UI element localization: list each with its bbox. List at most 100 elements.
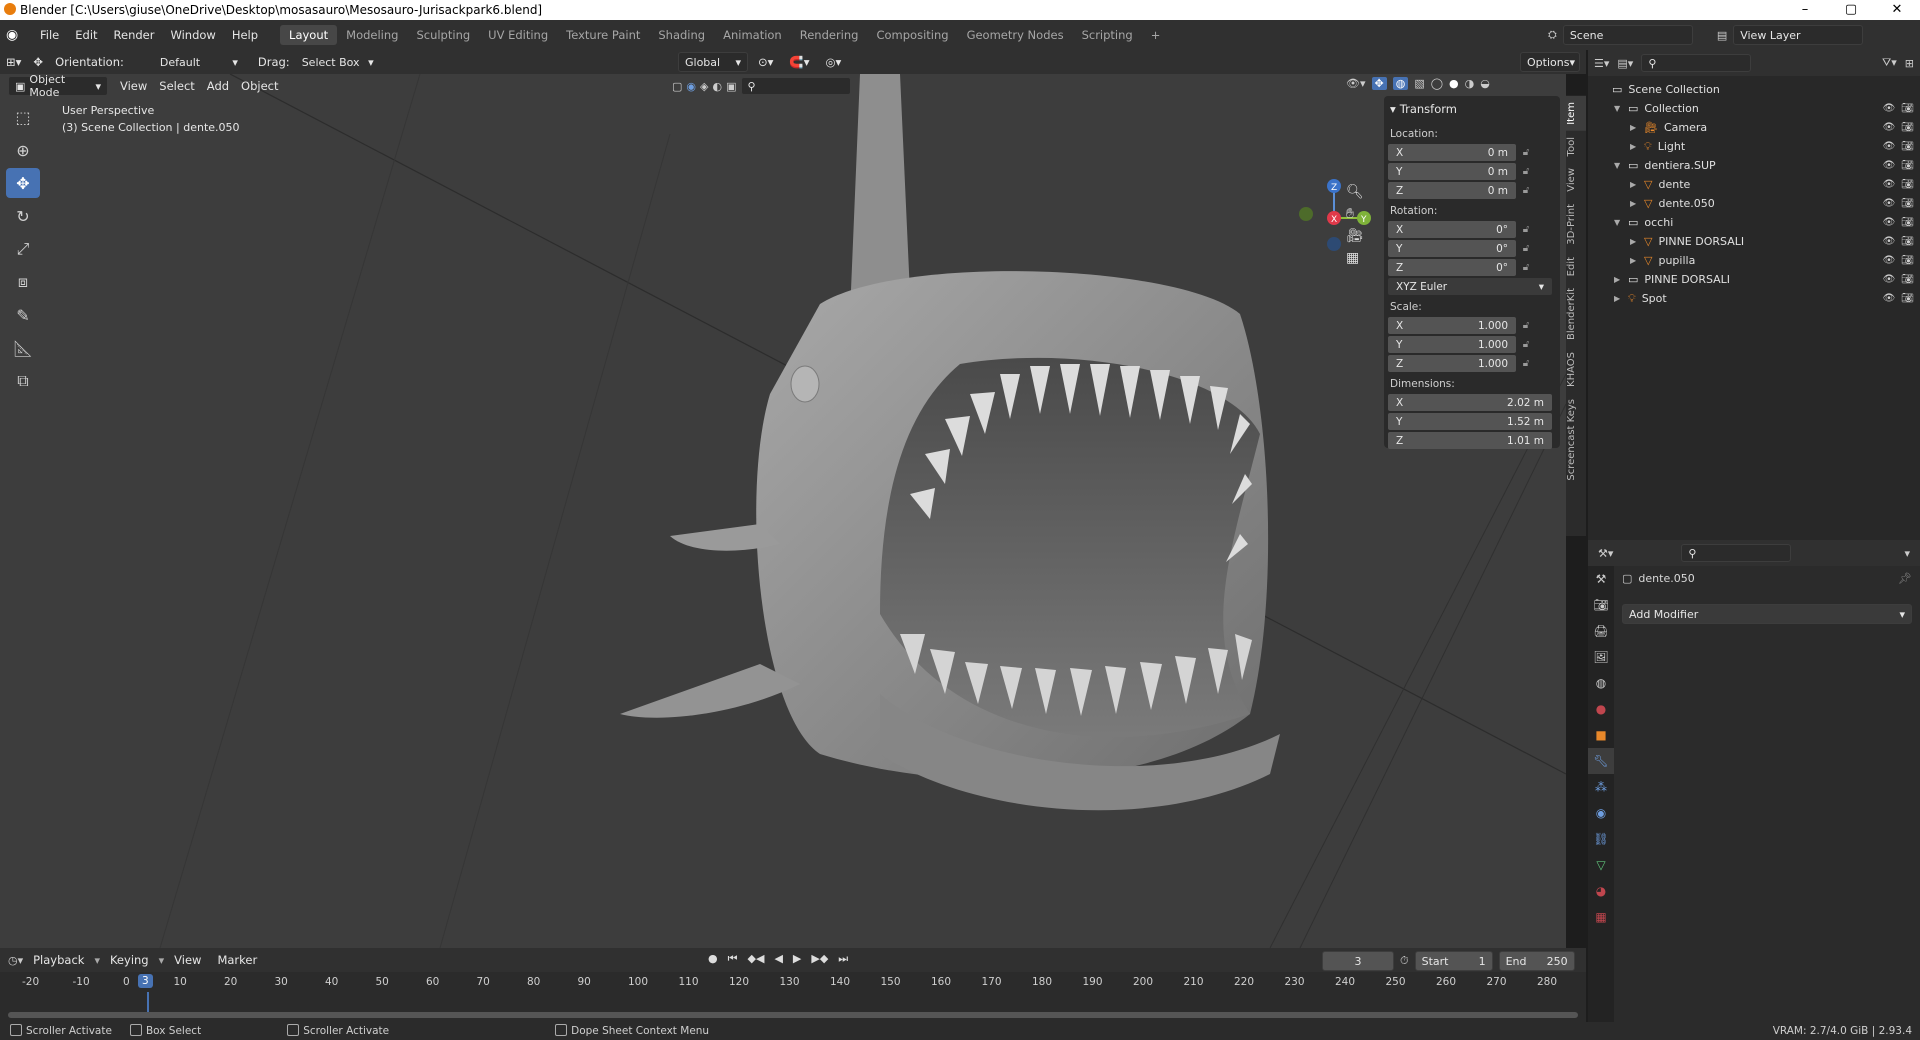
- visibility-eye-icon[interactable]: 👁︎: [1883, 236, 1896, 247]
- visibility-eye-icon[interactable]: 👁︎: [1883, 103, 1896, 114]
- scene-properties-icon[interactable]: ◍: [1588, 670, 1614, 696]
- add-cube-tool-icon[interactable]: ⧉: [6, 366, 40, 396]
- record-icon[interactable]: ●: [708, 952, 718, 966]
- scale-x-field[interactable]: X 1.000: [1388, 317, 1516, 334]
- render-camera-icon[interactable]: 📷︎: [1901, 274, 1914, 285]
- tab-tool[interactable]: Tool: [1566, 131, 1586, 162]
- timeline-menu-view[interactable]: View: [168, 951, 207, 969]
- menu-render[interactable]: Render: [106, 28, 163, 42]
- solid-shading-icon[interactable]: ●: [1449, 77, 1459, 90]
- visibility-eye-icon[interactable]: 👁︎: [1883, 255, 1896, 266]
- gizmo-neg-y[interactable]: [1299, 207, 1313, 221]
- play-icon[interactable]: ▶: [793, 952, 801, 966]
- output-properties-icon[interactable]: 🖨︎: [1588, 618, 1614, 644]
- measure-tool-icon[interactable]: 📐︎: [6, 333, 40, 363]
- object-properties-icon[interactable]: ■: [1588, 722, 1614, 748]
- expand-arrow-icon[interactable]: ▶: [1614, 275, 1628, 284]
- timeline-editor-icon[interactable]: ◷▾: [8, 954, 23, 967]
- camera-view-icon[interactable]: 🎥︎: [1346, 228, 1364, 244]
- tab-scripting[interactable]: Scripting: [1073, 25, 1142, 45]
- gizmo-toggle-icon[interactable]: ✥: [1371, 77, 1387, 90]
- orientation-dropdown[interactable]: Default ▾: [154, 52, 244, 72]
- select-subtract-icon[interactable]: ◈: [700, 80, 708, 93]
- location-y-field[interactable]: Y0 m: [1388, 163, 1516, 180]
- render-camera-icon[interactable]: 📷︎: [1901, 103, 1914, 114]
- timeline-ruler[interactable]: -20 -10 0 10 20 30 40 50 60 70 80 90 100 110 120 130 140…: [0, 972, 1586, 1018]
- menu-window[interactable]: Window: [162, 28, 223, 42]
- outliner-row[interactable]: ▶ 💡︎ Spot 👁︎ 📷︎: [1588, 289, 1920, 308]
- render-camera-icon[interactable]: 📷︎: [1901, 217, 1914, 228]
- transform-tool-icon[interactable]: ⧈: [6, 267, 40, 297]
- tab-modeling[interactable]: Modeling: [337, 25, 407, 45]
- timeline-scrollbar[interactable]: [8, 1012, 1578, 1018]
- transform-orientation-dropdown[interactable]: Global ▾: [678, 52, 748, 72]
- tool-properties-icon[interactable]: ⚒: [1588, 566, 1614, 592]
- new-collection-icon[interactable]: ⊞: [1905, 57, 1914, 70]
- clock-icon[interactable]: ⏱: [1400, 954, 1409, 968]
- rotation-x-field[interactable]: X 0°: [1388, 221, 1516, 238]
- chevron-down-icon[interactable]: ▾: [1904, 547, 1910, 560]
- render-camera-icon[interactable]: 📷︎: [1901, 236, 1914, 247]
- tab-3d-print[interactable]: 3D-Print: [1566, 198, 1586, 251]
- visibility-eye-icon[interactable]: 👁︎: [1883, 122, 1896, 133]
- close-button[interactable]: ✕: [1874, 0, 1920, 20]
- next-keyframe-icon[interactable]: ▶◆: [811, 952, 828, 966]
- world-properties-icon[interactable]: ●: [1588, 696, 1614, 722]
- jump-end-icon[interactable]: ⏭: [838, 952, 848, 966]
- render-camera-icon[interactable]: 📷︎: [1901, 141, 1914, 152]
- ortho-grid-icon[interactable]: ▦: [1346, 250, 1364, 266]
- select-intersect-icon[interactable]: ▣: [726, 80, 736, 93]
- options-dropdown[interactable]: Options ▾: [1520, 52, 1580, 72]
- add-workspace-button[interactable]: +: [1142, 25, 1170, 45]
- proportional-edit-icon[interactable]: ◎▾: [820, 53, 848, 71]
- outliner-row[interactable]: ▶ ▽ pupilla 👁︎ 📷︎: [1588, 251, 1920, 270]
- collapse-arrow-icon[interactable]: ▾: [1390, 102, 1396, 116]
- object-mode-dropdown[interactable]: ▣ Object Mode ▾: [8, 73, 108, 99]
- viewport-menu-add[interactable]: Add: [201, 77, 235, 95]
- end-frame-field[interactable]: End 250: [1498, 951, 1575, 971]
- rendered-shading-icon[interactable]: ◒: [1480, 77, 1490, 90]
- lock-icon[interactable]: 🔓︎: [1516, 262, 1536, 273]
- viewport-menu-select[interactable]: Select: [153, 77, 200, 95]
- tab-compositing[interactable]: Compositing: [867, 25, 957, 45]
- timeline-menu-keying[interactable]: Keying: [104, 951, 155, 969]
- view-layer-selector[interactable]: View Layer: [1733, 25, 1864, 45]
- tab-shading[interactable]: Shading: [649, 25, 714, 45]
- tab-view[interactable]: View: [1566, 162, 1586, 198]
- prev-keyframe-icon[interactable]: ◆◀: [748, 952, 765, 966]
- overlay-toggle-icon[interactable]: ◍: [1392, 77, 1409, 90]
- expand-arrow-icon[interactable]: ▶: [1630, 142, 1644, 151]
- constraints-properties-icon[interactable]: ⛓: [1588, 826, 1614, 852]
- properties-search-field[interactable]: ⚲: [1681, 544, 1792, 562]
- timeline-menu-marker[interactable]: Marker: [211, 951, 263, 969]
- rotation-y-field[interactable]: Y 0°: [1388, 240, 1516, 257]
- tab-layout[interactable]: Layout: [280, 25, 338, 45]
- outliner-row[interactable]: ▼ ▭ occhi 👁︎ 📷︎: [1588, 213, 1920, 232]
- select-invert-icon[interactable]: ◐: [712, 80, 722, 93]
- dimensions-x-field[interactable]: X 2.02 m: [1388, 394, 1552, 411]
- visibility-icon[interactable]: 👁︎▾: [1346, 77, 1366, 90]
- expand-arrow-icon[interactable]: ▶: [1630, 180, 1644, 189]
- rotation-z-field[interactable]: Z 0°: [1388, 259, 1516, 276]
- outliner-editor-icon[interactable]: ☰▾: [1594, 57, 1609, 70]
- add-modifier-dropdown[interactable]: Add Modifier ▾: [1622, 604, 1912, 624]
- wireframe-shading-icon[interactable]: ◯: [1431, 77, 1443, 90]
- move-tool-button[interactable]: ✥: [6, 168, 40, 198]
- outliner-row[interactable]: ▶ ▽ PINNE DORSALI 👁︎ 📷︎: [1588, 232, 1920, 251]
- select-box-tool-icon[interactable]: ⬚: [6, 102, 40, 132]
- dimensions-y-field[interactable]: Y 1.52 m: [1388, 413, 1552, 430]
- expand-arrow-icon[interactable]: ▼: [1614, 161, 1628, 170]
- data-properties-icon[interactable]: ▽: [1588, 852, 1614, 878]
- scale-tool-icon[interactable]: ⤢: [6, 234, 40, 264]
- physics-properties-icon[interactable]: ◉: [1588, 800, 1614, 826]
- tab-rendering[interactable]: Rendering: [791, 25, 868, 45]
- scene-selector[interactable]: Scene: [1562, 25, 1693, 45]
- render-properties-icon[interactable]: 📷︎: [1588, 592, 1614, 618]
- lock-icon[interactable]: 🔓︎: [1516, 320, 1536, 331]
- outliner-row[interactable]: ▭ Scene Collection: [1588, 80, 1920, 99]
- select-extend-icon[interactable]: ◉: [686, 80, 696, 93]
- modifier-properties-icon[interactable]: 🔧︎: [1588, 748, 1614, 774]
- expand-arrow-icon[interactable]: ▼: [1614, 104, 1628, 113]
- lock-icon[interactable]: 🔓︎: [1516, 147, 1536, 158]
- display-mode-icon[interactable]: ▤▾: [1617, 57, 1633, 70]
